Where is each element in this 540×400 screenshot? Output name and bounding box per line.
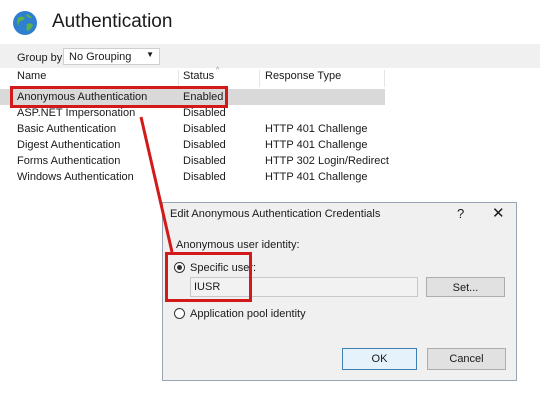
sort-indicator-icon: ^ [216, 67, 220, 74]
page-title: Authentication [52, 11, 173, 32]
column-header-status[interactable]: Status [183, 70, 214, 87]
set-button[interactable]: Set... [426, 277, 505, 297]
dialog-title: Edit Anonymous Authentication Credential… [170, 208, 381, 220]
row-name: Digest Authentication [17, 139, 121, 151]
app-pool-label[interactable]: Application pool identity [190, 308, 306, 320]
row-name: Basic Authentication [17, 123, 117, 135]
row-response-type: HTTP 401 Challenge [265, 139, 368, 151]
highlight-box [165, 252, 252, 302]
row-name: ASP.NET Impersonation [17, 107, 136, 119]
column-divider[interactable] [259, 70, 260, 87]
row-name: Forms Authentication [17, 155, 121, 167]
table-row[interactable]: Forms Authentication Disabled HTTP 302 L… [0, 153, 389, 169]
help-button[interactable]: ? [457, 206, 464, 221]
column-divider[interactable] [178, 70, 179, 87]
group-by-label: Group by: [17, 52, 66, 64]
ok-button[interactable]: OK [342, 348, 417, 370]
column-header-response-type[interactable]: Response Type [265, 70, 341, 87]
row-status: Disabled [183, 107, 226, 119]
table-row[interactable]: Basic Authentication Disabled HTTP 401 C… [0, 121, 385, 137]
column-divider[interactable] [384, 70, 385, 87]
set-button-label: Set... [452, 282, 479, 294]
row-status: Disabled [183, 171, 226, 183]
row-status: Disabled [183, 139, 226, 151]
row-status: Disabled [183, 123, 226, 135]
row-response-type: HTTP 401 Challenge [265, 123, 368, 135]
table-row[interactable]: Digest Authentication Disabled HTTP 401 … [0, 137, 385, 153]
ok-button-label: OK [371, 353, 388, 365]
identity-label: Anonymous user identity: [176, 239, 300, 251]
table-row[interactable]: Windows Authentication Disabled HTTP 401… [0, 169, 385, 185]
group-by-value: No Grouping [69, 51, 132, 63]
chevron-down-icon: ▼ [146, 50, 154, 59]
row-status: Disabled [183, 155, 226, 167]
row-response-type: HTTP 401 Challenge [265, 171, 368, 183]
app-pool-radio[interactable] [174, 308, 185, 319]
cancel-button[interactable]: Cancel [427, 348, 506, 370]
globe-icon [13, 11, 37, 35]
close-icon[interactable]: ✕ [492, 204, 505, 222]
group-by-select[interactable]: No Grouping ▼ [63, 48, 160, 65]
row-response-type: HTTP 302 Login/Redirect [265, 155, 389, 167]
column-header-name[interactable]: Name [17, 70, 46, 87]
highlight-box [10, 86, 228, 108]
cancel-button-label: Cancel [449, 353, 484, 365]
row-name: Windows Authentication [17, 171, 134, 183]
